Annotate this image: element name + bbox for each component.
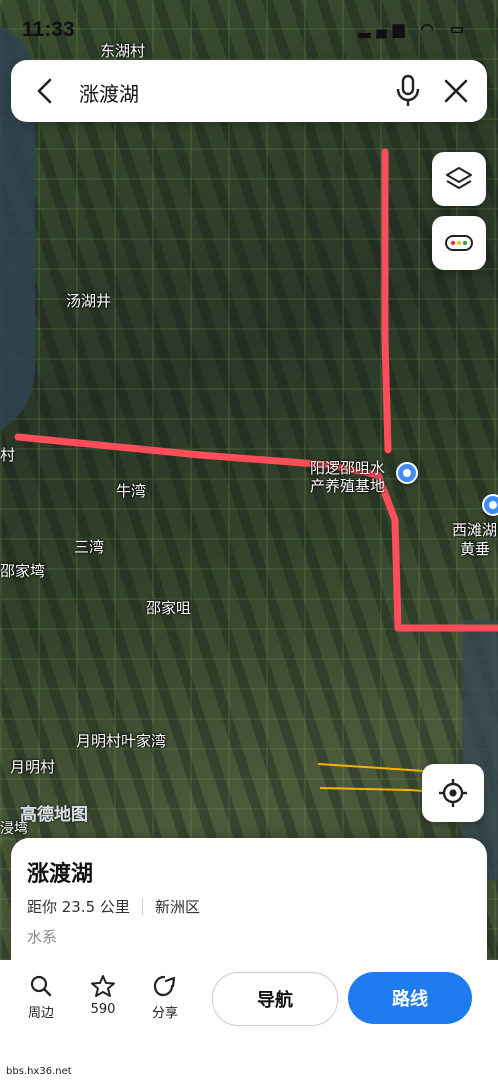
place-distance: 距你 23.5 公里 — [27, 898, 130, 916]
share-icon — [153, 975, 176, 997]
route-line-main — [14, 433, 498, 632]
place-meta: 距你 23.5 公里 新洲区 — [27, 896, 200, 917]
place-name: 涨渡湖 — [27, 862, 94, 887]
place-label[interactable]: 牛湾 — [116, 480, 146, 501]
bottom-action-bar: 周边 590 分享 导航 路线 — [0, 960, 498, 1080]
place-label[interactable]: 月明村叶家湾 — [76, 730, 166, 751]
place-label[interactable]: 村 — [0, 444, 15, 465]
share-label: 分享 — [151, 1006, 178, 1021]
layers-icon — [446, 167, 472, 189]
microphone-icon[interactable] — [395, 74, 421, 108]
traffic-light-icon — [445, 235, 473, 251]
place-district: 新洲区 — [154, 898, 200, 916]
place-label[interactable]: 汤湖井 — [66, 290, 111, 311]
status-system-icons: ▂▄▆ ◠ ▭ — [358, 21, 470, 38]
nearby-button[interactable]: 周边 — [13, 974, 69, 1021]
place-label[interactable]: 月明村 — [10, 756, 55, 777]
status-bar: 11:33 ▂▄▆ ◠ ▭ — [0, 0, 498, 58]
map-canvas[interactable]: 东湖村 汤湖井 村 牛湾 三湾 邵家塆 邵家咀 月明村叶家湾 月明村 浸塆 阳逻… — [0, 0, 498, 960]
share-button[interactable]: 分享 — [137, 974, 193, 1021]
route-line-north — [381, 148, 392, 454]
locate-me-button[interactable] — [422, 764, 484, 822]
navigate-button[interactable]: 导航 — [212, 972, 338, 1026]
favorite-count: 590 — [90, 1002, 116, 1017]
watermark-text: bbs.hx36.net — [6, 1066, 72, 1077]
star-icon — [91, 975, 115, 997]
close-icon[interactable] — [443, 78, 469, 104]
place-label[interactable]: 邵家塆 — [0, 560, 45, 581]
route-line-minor — [319, 787, 439, 793]
place-label[interactable]: 三湾 — [74, 536, 104, 557]
search-bar[interactable]: 涨渡湖 — [11, 60, 487, 122]
route-button[interactable]: 路线 — [348, 972, 472, 1024]
layers-button[interactable] — [432, 152, 486, 206]
crosshair-icon — [439, 779, 467, 807]
poi-pin-icon[interactable] — [482, 494, 498, 516]
route-line-minor — [317, 763, 439, 773]
favorite-button[interactable]: 590 — [75, 974, 131, 1017]
poi-label[interactable]: 西滩湖 — [452, 519, 497, 540]
back-arrow-icon[interactable] — [31, 76, 59, 106]
search-query[interactable]: 涨渡湖 — [79, 78, 139, 107]
poi-label[interactable]: 产养殖基地 — [310, 475, 385, 496]
place-label[interactable]: 邵家咀 — [146, 597, 191, 618]
poi-label[interactable]: 黄垂 — [460, 538, 490, 559]
traffic-toggle-button[interactable] — [432, 216, 486, 270]
meta-divider — [141, 898, 143, 915]
status-time: 11:33 — [22, 18, 75, 41]
poi-pin-icon[interactable] — [396, 462, 418, 484]
map-brand-logo: 高德地图 — [20, 805, 88, 825]
place-category: 水系 — [27, 928, 58, 946]
nearby-label: 周边 — [27, 1006, 54, 1021]
search-icon — [30, 975, 52, 997]
